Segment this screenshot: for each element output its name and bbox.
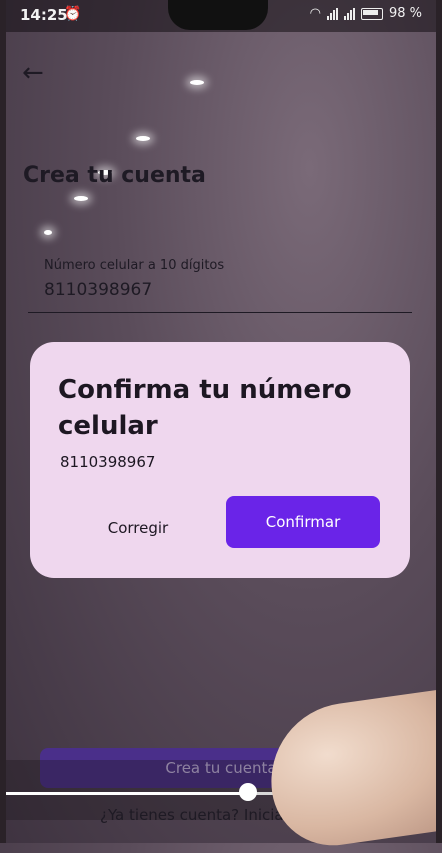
back-arrow-icon[interactable]: ← bbox=[22, 58, 44, 88]
camera-notch bbox=[168, 0, 268, 30]
confirm-dialog: Confirma tu número celular 8110398967 Co… bbox=[30, 342, 410, 578]
dialog-title: Confirma tu número celular bbox=[58, 375, 352, 441]
phone-field-input[interactable]: 8110398967 bbox=[44, 280, 152, 300]
video-seek-progress bbox=[0, 792, 248, 795]
phone-field-label: Número celular a 10 dígitos bbox=[44, 258, 225, 273]
phone-field-underline bbox=[28, 312, 412, 313]
status-time: 14:25 bbox=[20, 6, 68, 24]
status-icons: ◠ 98 % bbox=[310, 6, 422, 21]
battery-percent: 98 % bbox=[388, 6, 422, 21]
signal-icon-2 bbox=[343, 7, 355, 20]
signal-icon bbox=[326, 7, 338, 20]
light-reflection bbox=[44, 230, 52, 235]
confirm-button[interactable]: Confirmar bbox=[226, 496, 380, 548]
correct-button[interactable]: Corregir bbox=[88, 512, 188, 544]
finger-overlay bbox=[261, 686, 442, 853]
page-title: Crea tu cuenta bbox=[23, 163, 206, 188]
battery-icon bbox=[360, 7, 383, 20]
wifi-icon: ◠ bbox=[309, 6, 321, 21]
dialog-phone-number: 8110398967 bbox=[60, 453, 156, 471]
light-reflection bbox=[74, 196, 88, 201]
light-reflection bbox=[136, 136, 150, 141]
alarm-icon: ⏰ bbox=[64, 6, 82, 22]
light-reflection bbox=[190, 80, 204, 85]
video-seek-thumb[interactable] bbox=[238, 783, 257, 801]
